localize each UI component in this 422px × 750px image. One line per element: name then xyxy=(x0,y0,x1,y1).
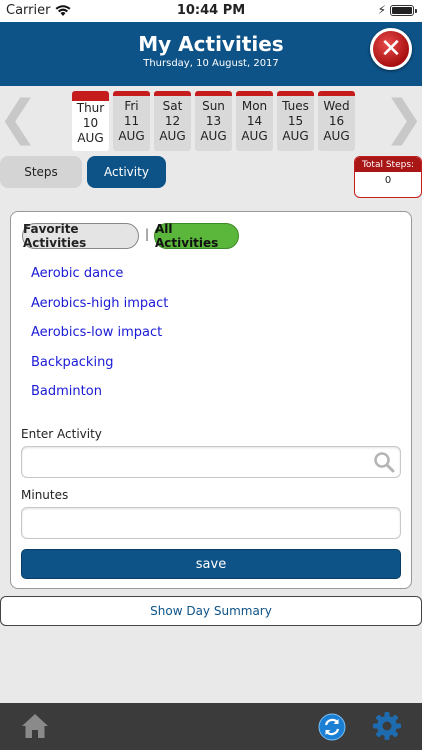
day-card-thur[interactable]: Thur 10 AUG xyxy=(72,91,109,151)
day-month: AUG xyxy=(241,129,268,143)
day-card-sun[interactable]: Sun 13 AUG xyxy=(195,91,232,151)
all-activities-filter[interactable]: All Activities xyxy=(154,222,239,250)
day-card-wed[interactable]: Wed 16 AUG xyxy=(318,91,355,151)
day-dow: Fri xyxy=(124,99,139,113)
day-dow: Sat xyxy=(162,99,183,113)
activity-panel: Favorite Activities | All Activities Aer… xyxy=(10,211,412,589)
enter-activity-label: Enter Activity xyxy=(21,427,102,441)
day-month: AUG xyxy=(282,129,309,143)
day-dow: Sun xyxy=(202,99,225,113)
total-steps-label: Total Steps: xyxy=(355,157,421,172)
activity-list-item[interactable]: Badminton xyxy=(31,382,168,412)
total-steps-badge: Total Steps: 0 xyxy=(354,156,422,198)
day-dow: Wed xyxy=(323,99,350,113)
favorite-activities-filter[interactable]: Favorite Activities xyxy=(22,222,139,250)
date-strip: ❮ Thur 10 AUG Fri 11 AUG Sat 12 AUG Sun 13 AUG Mon 14… xyxy=(0,86,422,152)
activity-list-item[interactable]: Aerobics-low impact xyxy=(31,323,168,353)
home-icon[interactable] xyxy=(20,711,50,741)
charging-icon: ⚡ xyxy=(377,3,386,17)
chevron-left-icon[interactable]: ❮ xyxy=(0,94,38,142)
app-header: My Activities Thursday, 10 August, 2017 … xyxy=(0,22,422,86)
day-day: 14 xyxy=(246,114,263,128)
day-day: 16 xyxy=(328,114,345,128)
status-bar: Carrier 10:44 PM ⚡ xyxy=(0,0,422,22)
search-icon[interactable] xyxy=(373,451,395,473)
refresh-icon[interactable] xyxy=(318,713,346,741)
day-month: AUG xyxy=(200,129,227,143)
close-icon: ✕ xyxy=(380,34,402,64)
day-selector: Thur 10 AUG Fri 11 AUG Sat 12 AUG Sun 13 AUG Mon 14 AU… xyxy=(72,91,355,151)
day-month: AUG xyxy=(323,129,350,143)
activity-list-item[interactable]: Aerobics-high impact xyxy=(31,294,168,324)
minutes-label: Minutes xyxy=(21,488,69,502)
day-card-tues[interactable]: Tues 15 AUG xyxy=(277,91,314,151)
save-button[interactable]: save xyxy=(21,549,401,579)
day-day: 12 xyxy=(164,114,181,128)
day-month: AUG xyxy=(118,129,145,143)
day-day: 15 xyxy=(287,114,304,128)
filter-separator: | xyxy=(145,227,150,241)
status-time: 10:44 PM xyxy=(176,3,246,18)
minutes-input[interactable] xyxy=(21,507,401,539)
chevron-right-icon[interactable]: ❯ xyxy=(384,94,422,142)
page-title: My Activities xyxy=(138,32,284,56)
day-card-sat[interactable]: Sat 12 AUG xyxy=(154,91,191,151)
day-day: 11 xyxy=(123,114,140,128)
activity-list-item[interactable]: Aerobic dance xyxy=(31,264,168,294)
page-date: Thursday, 10 August, 2017 xyxy=(143,58,279,69)
activity-search-input[interactable] xyxy=(21,446,401,478)
day-dow: Mon xyxy=(241,99,268,113)
day-day: 13 xyxy=(205,114,222,128)
total-steps-value: 0 xyxy=(384,175,392,186)
tab-steps[interactable]: Steps xyxy=(0,156,82,188)
activity-list: Aerobic dance Aerobics-high impact Aerobic… xyxy=(31,264,168,412)
day-day: 10 xyxy=(82,116,99,130)
day-month: AUG xyxy=(77,131,104,145)
day-card-mon[interactable]: Mon 14 AUG xyxy=(236,91,273,151)
gear-icon[interactable] xyxy=(372,711,402,741)
activity-list-item[interactable]: Backpacking xyxy=(31,353,168,383)
day-dow: Thur xyxy=(76,101,105,115)
bottom-toolbar xyxy=(0,703,422,750)
battery-icon xyxy=(390,5,417,16)
close-button[interactable]: ✕ xyxy=(370,28,412,70)
tab-activity[interactable]: Activity xyxy=(87,156,166,188)
day-dow: Tues xyxy=(282,99,309,113)
day-card-fri[interactable]: Fri 11 AUG xyxy=(113,91,150,151)
show-day-summary-button[interactable]: Show Day Summary xyxy=(0,596,422,626)
day-month: AUG xyxy=(159,129,186,143)
